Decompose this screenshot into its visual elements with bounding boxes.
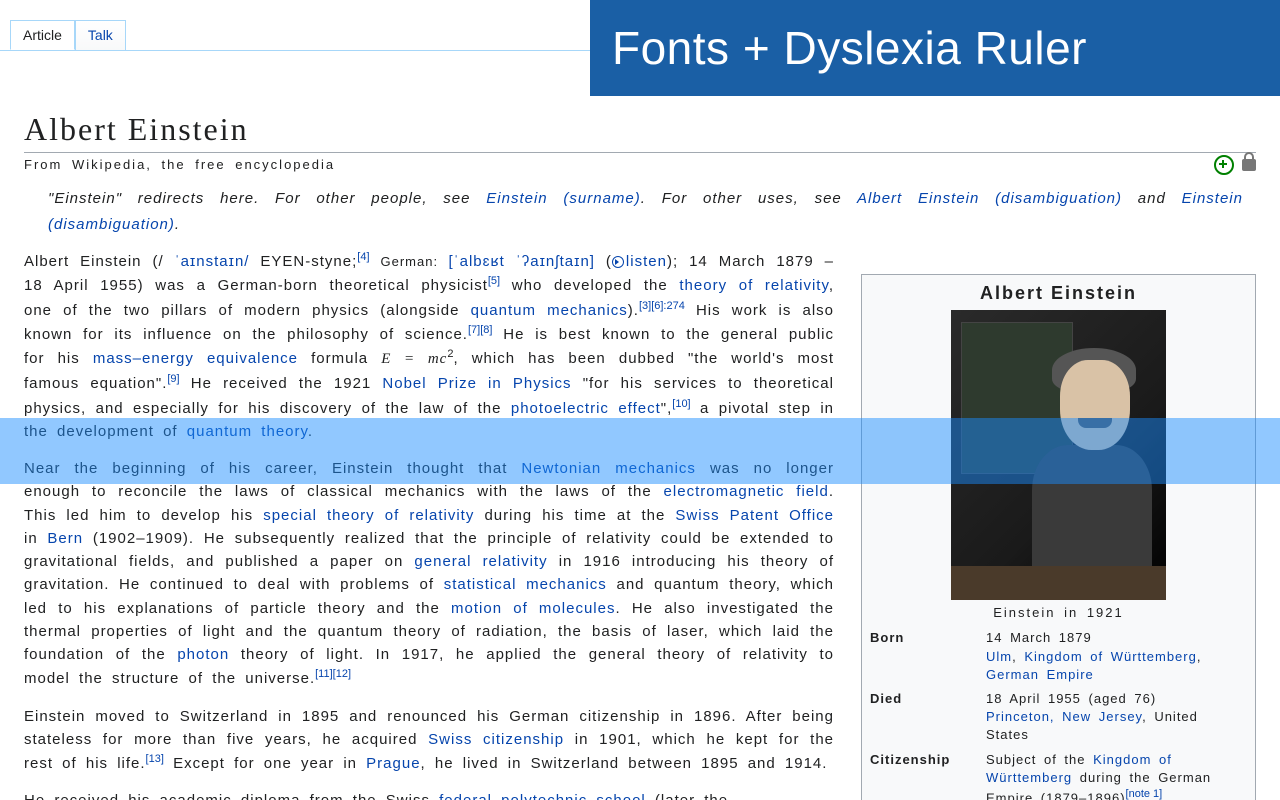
link-einstein-surname[interactable]: Einstein (surname) bbox=[486, 190, 641, 207]
link-german-ipa[interactable]: [ˈalbɛʁt ˈʔaɪnʃtaɪn] bbox=[448, 253, 595, 270]
paragraph-3: Einstein moved to Switzerland in 1895 an… bbox=[24, 705, 834, 776]
hatnote: "Einstein" redirects here. For other peo… bbox=[24, 186, 1243, 237]
link-einstein-disambig[interactable]: Albert Einstein (disambiguation) bbox=[857, 190, 1122, 207]
link-general-rel[interactable]: general relativity bbox=[414, 553, 547, 570]
article-tabs: Article Talk bbox=[10, 20, 126, 50]
link-stat-mech[interactable]: statistical mechanics bbox=[444, 576, 607, 593]
article-content: Albert Einstein From Wikipedia, the free… bbox=[0, 50, 1280, 800]
infobox: Albert Einstein Einstein in 1921 Born 14… bbox=[861, 274, 1256, 800]
link-ulm[interactable]: Ulm bbox=[986, 649, 1012, 664]
infobox-row-died: Died 18 April 1955 (aged 76) Princeton, … bbox=[862, 687, 1255, 748]
tab-article[interactable]: Article bbox=[10, 20, 75, 50]
link-special-rel[interactable]: special theory of relativity bbox=[263, 507, 474, 524]
infobox-row-citizenship: Citizenship Subject of the Kingdom of Wü… bbox=[862, 748, 1255, 800]
link-nobel[interactable]: Nobel Prize in Physics bbox=[382, 375, 571, 392]
paragraph-2: Near the beginning of his career, Einste… bbox=[24, 457, 834, 691]
link-quantum-mech[interactable]: quantum mechanics bbox=[471, 302, 628, 319]
link-mass-energy[interactable]: mass–energy equivalence bbox=[93, 350, 298, 367]
tab-talk[interactable]: Talk bbox=[75, 20, 126, 50]
link-motion-mol[interactable]: motion of molecules bbox=[451, 600, 615, 617]
link-relativity[interactable]: theory of relativity bbox=[679, 277, 828, 294]
link-ipa[interactable]: ˈaɪnstaɪn/ bbox=[175, 253, 250, 270]
link-listen[interactable]: listen bbox=[626, 253, 667, 270]
page-title: Albert Einstein bbox=[24, 111, 1256, 153]
link-quantum-theory[interactable]: quantum theory bbox=[187, 423, 308, 440]
link-photoelectric[interactable]: photoelectric effect bbox=[511, 400, 661, 417]
link-german-empire[interactable]: German Empire bbox=[986, 667, 1094, 682]
add-icon[interactable] bbox=[1214, 155, 1234, 175]
link-swiss-patent[interactable]: Swiss Patent Office bbox=[675, 507, 834, 524]
link-princeton[interactable]: Princeton, New Jersey bbox=[986, 709, 1142, 724]
lock-icon bbox=[1242, 159, 1256, 171]
link-photon[interactable]: photon bbox=[177, 646, 229, 663]
paragraph-4: He received his academic diploma from th… bbox=[24, 789, 834, 800]
link-newtonian[interactable]: Newtonian mechanics bbox=[521, 460, 696, 477]
link-prague[interactable]: Prague bbox=[366, 755, 420, 772]
link-poly[interactable]: federal polytechnic school bbox=[439, 792, 646, 800]
paragraph-1: Albert Einstein (/ ˈaɪnstaɪn/ EYEN-styne… bbox=[24, 249, 834, 443]
site-subtitle: From Wikipedia, the free encyclopedia bbox=[24, 157, 1256, 172]
infobox-row-born: Born 14 March 1879 Ulm, Kingdom of Württ… bbox=[862, 626, 1255, 687]
link-bern[interactable]: Bern bbox=[47, 530, 83, 547]
link-wurttemberg[interactable]: Kingdom of Württemberg bbox=[1024, 649, 1197, 664]
link-swiss-citizen[interactable]: Swiss citizenship bbox=[428, 731, 564, 748]
infobox-image[interactable] bbox=[951, 310, 1166, 600]
link-em-field[interactable]: electromagnetic field bbox=[664, 483, 829, 500]
formula-emc2: E = mc bbox=[381, 351, 447, 367]
infobox-title: Albert Einstein bbox=[862, 275, 1255, 310]
audio-icon[interactable] bbox=[612, 256, 624, 268]
extension-banner: Fonts + Dyslexia Ruler bbox=[590, 0, 1280, 96]
infobox-caption: Einstein in 1921 bbox=[862, 602, 1255, 626]
banner-title: Fonts + Dyslexia Ruler bbox=[612, 21, 1087, 75]
